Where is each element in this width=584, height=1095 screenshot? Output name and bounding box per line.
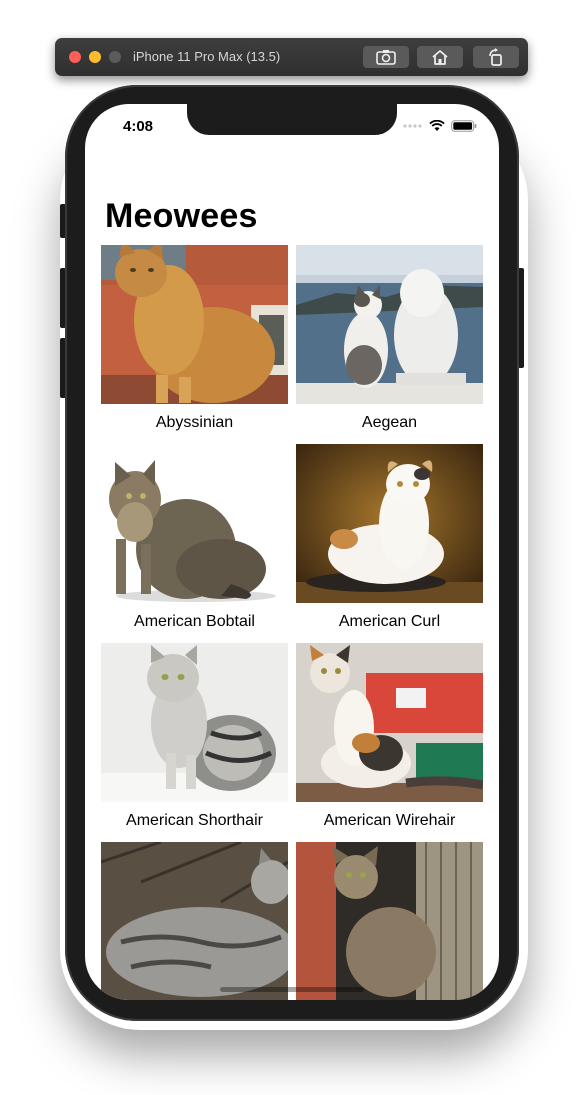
breed-label: American Shorthair xyxy=(126,812,263,829)
breed-label: Abyssinian xyxy=(155,414,234,431)
home-button[interactable] xyxy=(417,46,463,68)
phone-screen: 4:08 Meowees Abyssinian Aegean American … xyxy=(85,104,499,1000)
signal-icon xyxy=(403,124,422,128)
wifi-icon xyxy=(429,120,445,131)
breed-photo-abyssinian xyxy=(101,245,288,404)
breed-label: American Wirehair xyxy=(323,812,456,829)
rotate-button[interactable] xyxy=(473,46,519,68)
breed-label: American Curl xyxy=(338,613,441,630)
breed-grid: Abyssinian Aegean American Bobtail Ameri… xyxy=(101,245,485,1000)
breed-label: Aegean xyxy=(361,414,418,431)
breed-photo-american-curl xyxy=(296,444,483,603)
breed-cell[interactable] xyxy=(296,842,483,1000)
status-icons xyxy=(403,120,477,132)
minimize-window-button[interactable] xyxy=(89,51,101,63)
breed-photo-aegean xyxy=(296,245,483,404)
breed-cell[interactable]: American Curl xyxy=(296,444,483,643)
close-window-button[interactable] xyxy=(69,51,81,63)
status-time: 4:08 xyxy=(123,118,154,135)
breed-cell[interactable]: American Shorthair xyxy=(101,643,288,842)
breed-photo-american-bobtail xyxy=(101,444,288,603)
battery-icon xyxy=(451,120,477,132)
breed-cell[interactable]: American Wirehair xyxy=(296,643,483,842)
home-indicator[interactable] xyxy=(220,987,364,992)
screenshot-button[interactable] xyxy=(363,46,409,68)
breed-cell[interactable]: American Bobtail xyxy=(101,444,288,643)
home-icon xyxy=(432,50,448,65)
camera-icon xyxy=(376,50,396,65)
page-title: Meowees xyxy=(105,197,258,235)
zoom-window-button[interactable] xyxy=(109,51,121,63)
breed-cell[interactable] xyxy=(101,842,288,1000)
breed-cell[interactable]: Aegean xyxy=(296,245,483,444)
breed-photo-american-shorthair xyxy=(101,643,288,802)
breed-cell[interactable]: Abyssinian xyxy=(101,245,288,444)
breed-photo-american-wirehair xyxy=(296,643,483,802)
breed-photo-partial xyxy=(101,842,288,1000)
breed-label: American Bobtail xyxy=(134,613,255,630)
simulator-title: iPhone 11 Pro Max (13.5) xyxy=(133,49,281,64)
rotate-icon xyxy=(489,48,502,66)
simulator-toolbar: iPhone 11 Pro Max (13.5) xyxy=(55,38,528,76)
notch xyxy=(187,104,397,135)
breed-photo-partial xyxy=(296,842,483,1000)
